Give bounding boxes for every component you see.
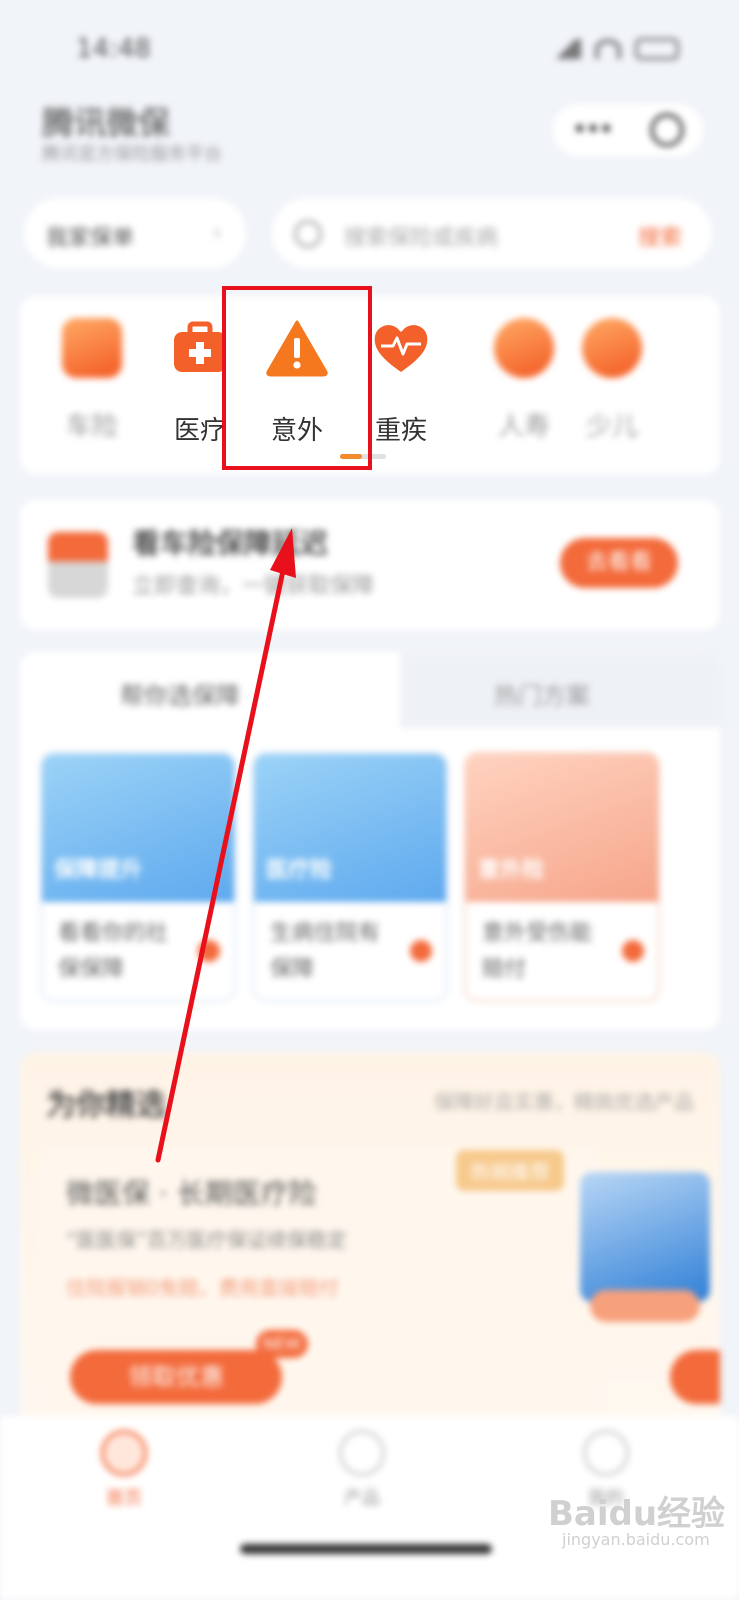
product-desc: 看看你的社保保障: [58, 921, 169, 982]
product-tag: 保障提升: [54, 858, 143, 883]
category-child[interactable]: 少儿: [566, 318, 658, 443]
status-bar: 14:48: [0, 30, 739, 70]
car-insurance-icon: [62, 318, 122, 378]
policy-selector[interactable]: 我家保单 ›: [24, 198, 246, 268]
signal-icon: [551, 39, 581, 59]
app-title: 腾讯微保: [42, 104, 171, 142]
heart-pulse-icon: [374, 325, 428, 372]
promo-button[interactable]: 去看看: [560, 538, 678, 588]
recommend-heading: 为你精选: [46, 1088, 166, 1123]
products-icon: [339, 1430, 385, 1476]
watermark-logo: Baidu经验: [548, 1494, 726, 1534]
nav-home[interactable]: 首页: [74, 1430, 174, 1510]
recommend-title: 微医保 · 长期医疗险: [66, 1177, 317, 1210]
search-bar[interactable]: 搜索保险或疾病 搜索: [272, 198, 712, 268]
next-product-button[interactable]: [670, 1350, 720, 1404]
promo-subtitle: 立即查询，一键获取保障: [132, 574, 375, 599]
close-miniapp-icon[interactable]: [649, 113, 684, 147]
promo-title: 看车险保障延迟: [132, 527, 329, 560]
app-subtitle: 腾讯官方保险服务平台: [42, 144, 222, 165]
recommend-badge: 热销推荐: [456, 1150, 564, 1191]
category-car[interactable]: 车险: [46, 318, 138, 443]
promo-banner[interactable]: 看车险保障延迟 立即查询，一键获取保障 去看看: [20, 500, 720, 630]
product-desc: 意外受伤能赔付: [482, 921, 593, 982]
recommend-tabs-card: 帮你选保障 热门方案 保障提升 看看你的社保保障 医疗险 生病住院有保障 意外险…: [20, 652, 720, 1030]
system-icons: [551, 38, 679, 60]
home-icon: [101, 1430, 147, 1476]
category-label: 人寿: [497, 412, 550, 442]
search-placeholder: 搜索保险或疾病: [344, 226, 499, 251]
profile-icon: [583, 1430, 629, 1476]
chevron-right-icon: ›: [212, 218, 222, 246]
search-button[interactable]: 搜索: [638, 220, 682, 252]
home-indicator: [240, 1544, 492, 1554]
recommend-heading-right: 保障好且实惠，精挑优选产品: [434, 1090, 694, 1114]
product-tag: 医疗险: [266, 858, 333, 883]
product-card[interactable]: 保障提升 看看你的社保保障: [40, 752, 236, 1002]
product-card-image: 意外险: [466, 754, 658, 902]
product-card[interactable]: 意外险 意外受伤能赔付: [464, 752, 660, 1002]
more-icon[interactable]: •••: [572, 115, 614, 145]
arrow-right-icon: [410, 940, 432, 962]
product-card-image: 医疗险: [254, 754, 446, 902]
arrow-right-icon: [622, 940, 644, 962]
policy-selector-label: 我家保单: [46, 226, 135, 251]
watermark-url: jingyan.baidu.com: [562, 1530, 710, 1549]
nav-label: 首页: [106, 1488, 142, 1509]
blurred-background: 14:48 腾讯微保 腾讯官方保险服务平台 ••• 我家保单 › 搜索保险或疾病…: [0, 0, 739, 1600]
search-icon: [294, 220, 322, 248]
new-badge: NEW: [256, 1330, 308, 1358]
nav-products[interactable]: 产品: [312, 1430, 412, 1510]
product-card-image: 保障提升: [42, 754, 234, 902]
highlight-box: [222, 286, 372, 470]
product-card[interactable]: 医疗险 生病住院有保障: [252, 752, 448, 1002]
nav-label: 产品: [344, 1488, 380, 1509]
recommend-card: 为你精选 保障好且实惠，精挑优选产品 热销推荐 微医保 · 长期医疗险 “医医保…: [20, 1052, 720, 1432]
product-tag: 意外险: [478, 858, 545, 883]
claim-offer-button[interactable]: 领取优惠: [70, 1350, 282, 1404]
arrow-right-icon: [198, 940, 220, 962]
product-image: [580, 1172, 710, 1302]
medical-kit-icon: [174, 321, 226, 372]
product-desc: 生病住院有保障: [270, 921, 381, 982]
recommend-highlight: 住院报销0免赔，费用直接赔付: [66, 1276, 339, 1300]
recommend-desc: “医医保”百万医疗保证续保稳定: [66, 1228, 347, 1252]
wifi-icon: [595, 39, 621, 59]
product-image-tag: [590, 1290, 700, 1322]
miniapp-capsule[interactable]: •••: [553, 104, 703, 156]
status-time: 14:48: [76, 34, 151, 64]
category-label: 车险: [65, 412, 118, 442]
category-label: 少儿: [585, 412, 638, 442]
battery-icon: [635, 38, 679, 60]
promo-icon: [48, 532, 108, 598]
tab-pick-coverage[interactable]: 帮你选保障: [120, 676, 240, 711]
shield-icon: [494, 318, 554, 378]
child-icon: [582, 318, 642, 378]
category-life[interactable]: 人寿: [478, 318, 570, 443]
tab-hot-plans[interactable]: 热门方案: [494, 676, 590, 711]
